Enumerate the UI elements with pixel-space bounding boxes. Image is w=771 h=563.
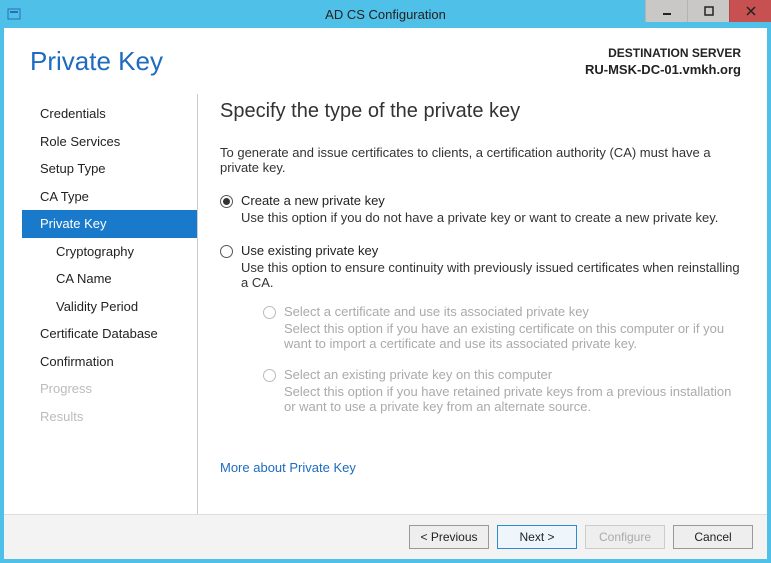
destination-name: RU-MSK-DC-01.vmkh.org: [585, 62, 741, 79]
radio-create-new[interactable]: [220, 195, 233, 208]
footer: < Previous Next > Configure Cancel: [4, 514, 767, 559]
suboption-select-key-label: Select an existing private key on this c…: [284, 367, 743, 382]
sidebar-item-role-services[interactable]: Role Services: [22, 128, 197, 156]
sidebar-item-progress: Progress: [22, 375, 197, 403]
cancel-button[interactable]: Cancel: [673, 525, 753, 549]
app-icon: [6, 6, 22, 22]
suboption-select-cert-label: Select a certificate and use its associa…: [284, 304, 743, 319]
sidebar-item-confirmation[interactable]: Confirmation: [22, 348, 197, 376]
radio-use-existing[interactable]: [220, 245, 233, 258]
option-use-existing-desc: Use this option to ensure continuity wit…: [241, 260, 743, 290]
sidebar-item-setup-type[interactable]: Setup Type: [22, 155, 197, 183]
minimize-button[interactable]: [645, 0, 687, 22]
maximize-button[interactable]: [687, 0, 729, 22]
sidebar-item-results: Results: [22, 403, 197, 431]
sidebar-item-validity-period[interactable]: Validity Period: [22, 293, 197, 321]
sidebar-item-ca-type[interactable]: CA Type: [22, 183, 197, 211]
main-panel: Specify the type of the private key To g…: [198, 94, 749, 514]
sidebar-item-private-key[interactable]: Private Key: [22, 210, 197, 238]
close-button[interactable]: [729, 0, 771, 22]
radio-select-key: [263, 369, 276, 382]
destination-label: DESTINATION SERVER: [585, 46, 741, 62]
option-use-existing-label: Use existing private key: [241, 243, 743, 258]
sidebar-item-cryptography[interactable]: Cryptography: [22, 238, 197, 266]
header-row: Private Key DESTINATION SERVER RU-MSK-DC…: [22, 28, 749, 94]
suboption-select-cert: Select a certificate and use its associa…: [263, 304, 743, 363]
sidebar-item-ca-name[interactable]: CA Name: [22, 265, 197, 293]
next-button[interactable]: Next >: [497, 525, 577, 549]
wizard-window: AD CS Configuration Private Key DESTINAT…: [4, 4, 767, 559]
suboption-select-key: Select an existing private key on this c…: [263, 367, 743, 426]
window-controls: [645, 0, 771, 28]
sidebar-item-credentials[interactable]: Credentials: [22, 100, 197, 128]
sidebar: CredentialsRole ServicesSetup TypeCA Typ…: [22, 94, 198, 514]
suboption-select-key-desc: Select this option if you have retained …: [284, 384, 743, 414]
body-row: CredentialsRole ServicesSetup TypeCA Typ…: [22, 94, 749, 514]
main-heading: Specify the type of the private key: [220, 100, 743, 123]
configure-button: Configure: [585, 525, 665, 549]
option-use-existing[interactable]: Use existing private key Use this option…: [220, 243, 743, 430]
titlebar: AD CS Configuration: [0, 0, 771, 28]
sidebar-item-certificate-database[interactable]: Certificate Database: [22, 320, 197, 348]
radio-select-cert: [263, 306, 276, 319]
suboption-select-cert-desc: Select this option if you have an existi…: [284, 321, 743, 351]
option-create-new-desc: Use this option if you do not have a pri…: [241, 210, 743, 225]
previous-button[interactable]: < Previous: [409, 525, 489, 549]
more-about-link[interactable]: More about Private Key: [220, 460, 356, 475]
option-create-new-label: Create a new private key: [241, 193, 743, 208]
option-create-new[interactable]: Create a new private key Use this option…: [220, 193, 743, 239]
destination-server: DESTINATION SERVER RU-MSK-DC-01.vmkh.org: [585, 46, 741, 78]
content-area: Private Key DESTINATION SERVER RU-MSK-DC…: [4, 28, 767, 514]
intro-text: To generate and issue certificates to cl…: [220, 145, 743, 175]
page-title: Private Key: [30, 46, 163, 77]
